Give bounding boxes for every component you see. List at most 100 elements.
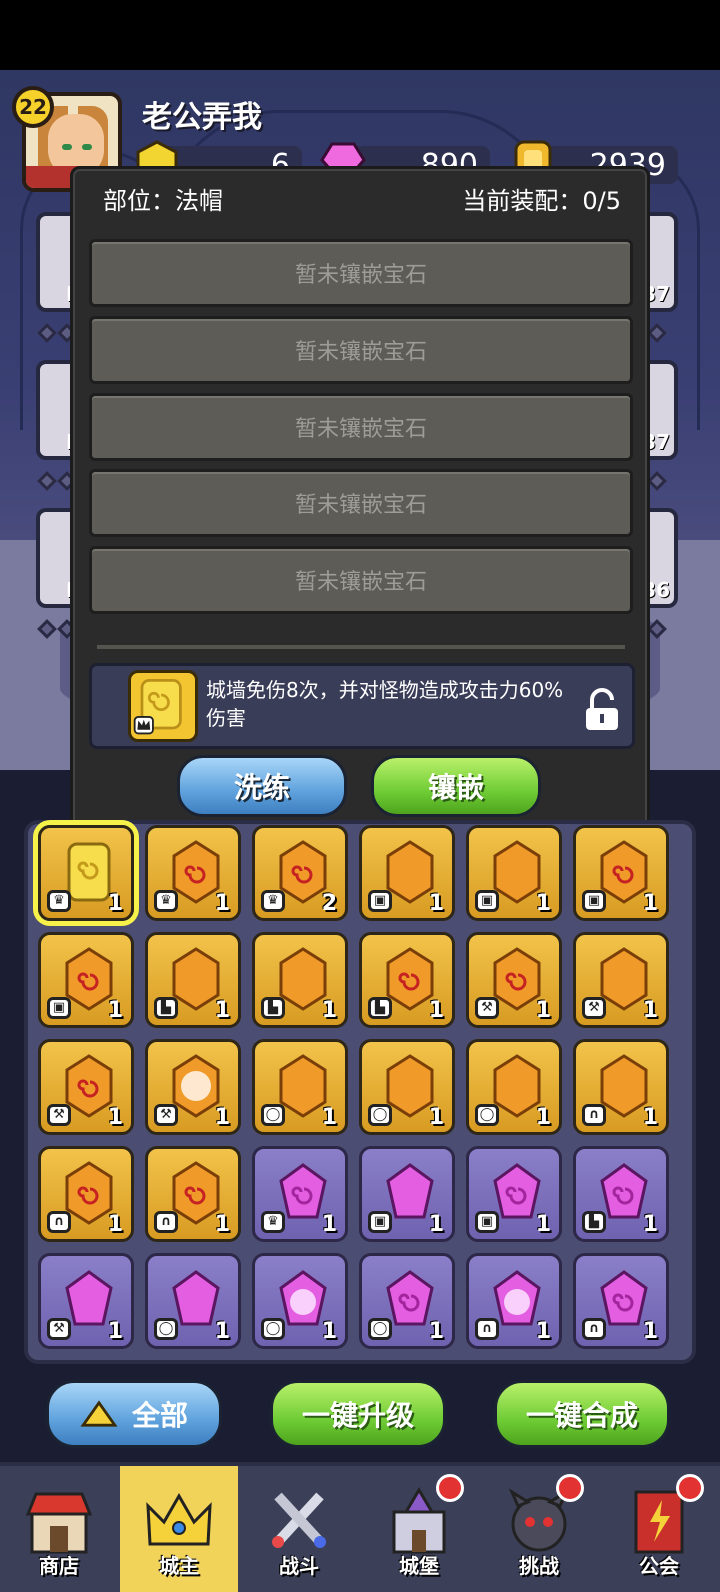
- gem-cell[interactable]: ⚒ 1: [38, 1253, 134, 1349]
- gem-count: 1: [642, 998, 658, 1023]
- gem-count: 1: [214, 998, 230, 1023]
- gem-count: 1: [535, 891, 551, 916]
- armor-slot-type-icon: ▣: [475, 890, 499, 912]
- ring-slot-type-icon: ◯: [368, 1104, 392, 1126]
- combine-all-button[interactable]: 一键合成: [494, 1380, 670, 1448]
- necklace-slot-type-icon: ∩: [47, 1211, 71, 1233]
- shop-icon: [25, 1492, 93, 1554]
- unlock-icon[interactable]: [582, 688, 622, 732]
- gem-count: 1: [428, 998, 444, 1023]
- gem-cell[interactable]: ◯ 1: [466, 1039, 562, 1135]
- gem-socket-5[interactable]: 暂未镶嵌宝石: [89, 546, 633, 614]
- necklace-slot-type-icon: ∩: [582, 1318, 606, 1340]
- player-level-badge: 22: [12, 86, 54, 128]
- crown-slot-type-icon: ♛: [261, 890, 285, 912]
- necklace-slot-type-icon: ∩: [582, 1104, 606, 1126]
- ring-slot-type-icon: ◯: [368, 1318, 392, 1340]
- gem-count: 1: [107, 1212, 123, 1237]
- ring-slot-type-icon: ◯: [261, 1104, 285, 1126]
- gem-count: 1: [214, 1319, 230, 1344]
- ring-slot-type-icon: ◯: [261, 1318, 285, 1340]
- gem-cell[interactable]: ◯ 1: [359, 1039, 455, 1135]
- gem-cell[interactable]: ▙ 1: [145, 932, 241, 1028]
- gem-count: 1: [321, 1105, 337, 1130]
- gem-count: 1: [214, 1105, 230, 1130]
- gem-cell[interactable]: ◯ 1: [359, 1253, 455, 1349]
- gem-count: 1: [535, 1105, 551, 1130]
- nav-label: 挑战: [519, 1554, 559, 1578]
- gem-count: 1: [428, 1212, 444, 1237]
- nav-shop[interactable]: 商店: [0, 1466, 118, 1592]
- notification-dot: [556, 1474, 584, 1502]
- gem-cell[interactable]: ▣ 1: [573, 825, 669, 921]
- gem-socket-4[interactable]: 暂未镶嵌宝石: [89, 469, 633, 537]
- gem-count: 1: [428, 891, 444, 916]
- gem-cell[interactable]: ⚒ 1: [145, 1039, 241, 1135]
- nav-battle[interactable]: 战斗: [240, 1466, 358, 1592]
- gem-cell[interactable]: ⚒ 1: [573, 932, 669, 1028]
- gem-cell[interactable]: ♛ 1: [145, 825, 241, 921]
- gem-count: 1: [214, 891, 230, 916]
- equip-count-label: 当前装配：0/5: [462, 187, 621, 215]
- gem-cell[interactable]: ⚒ 1: [38, 1039, 134, 1135]
- inlay-button[interactable]: 镶嵌: [371, 755, 541, 817]
- gem-cell[interactable]: ∩ 1: [145, 1146, 241, 1242]
- gem-cell[interactable]: ◯ 1: [252, 1253, 348, 1349]
- gem-count: 1: [107, 1319, 123, 1344]
- wash-button[interactable]: 洗练: [177, 755, 347, 817]
- gem-socket-3[interactable]: 暂未镶嵌宝石: [89, 393, 633, 461]
- gem-cell[interactable]: ∩ 1: [38, 1146, 134, 1242]
- ring-slot-type-icon: ◯: [154, 1318, 178, 1340]
- selected-gem-effect: 城墙免伤8次，并对怪物造成攻击力60%伤害: [89, 663, 635, 749]
- nav-challenge[interactable]: 挑战: [480, 1466, 598, 1592]
- gem-count: 1: [214, 1212, 230, 1237]
- gem-cell[interactable]: ◯ 1: [252, 1039, 348, 1135]
- gem-cell[interactable]: ▣ 1: [359, 1146, 455, 1242]
- gem-cell[interactable]: ▙ 1: [359, 932, 455, 1028]
- gem-cell[interactable]: ◯ 1: [145, 1253, 241, 1349]
- gem-cell[interactable]: ∩ 1: [466, 1253, 562, 1349]
- gem-socket-2[interactable]: 暂未镶嵌宝石: [89, 316, 633, 384]
- gem-cell[interactable]: ▣ 1: [359, 825, 455, 921]
- gem-cell[interactable]: ♛ 1: [38, 825, 134, 921]
- crown-slot-type-icon: ♛: [154, 890, 178, 912]
- necklace-slot-type-icon: ∩: [154, 1211, 178, 1233]
- boot-slot-type-icon: ▙: [368, 997, 392, 1019]
- notification-dot: [436, 1474, 464, 1502]
- ring-slot-type-icon: ◯: [475, 1104, 499, 1126]
- gem-cell[interactable]: ▙ 1: [252, 932, 348, 1028]
- filter-all-button[interactable]: 全部: [46, 1380, 222, 1448]
- player-name: 老公弄我: [142, 100, 262, 135]
- gem-cell[interactable]: ▣ 1: [466, 825, 562, 921]
- nav-guild[interactable]: 公会: [600, 1466, 718, 1592]
- gem-cell[interactable]: ▣ 1: [466, 1146, 562, 1242]
- crown-slot-type-icon: ♛: [261, 1211, 285, 1233]
- filter-all-label: 全部: [131, 1399, 188, 1432]
- armor-slot-type-icon: ▣: [47, 997, 71, 1019]
- gem-count: 1: [107, 891, 123, 916]
- crown-icon: [146, 1492, 212, 1546]
- gem-count: 1: [642, 1212, 658, 1237]
- boot-slot-type-icon: ▙: [261, 997, 285, 1019]
- staff-slot-type-icon: ⚒: [475, 997, 499, 1019]
- gem-cell[interactable]: ♛ 2: [252, 825, 348, 921]
- crown-slot-type-icon: ♛: [47, 890, 71, 912]
- gem-count: 1: [642, 1105, 658, 1130]
- gem-cell[interactable]: ♛ 1: [252, 1146, 348, 1242]
- gem-cell[interactable]: ▙ 1: [573, 1146, 669, 1242]
- nav-lord[interactable]: 城主: [120, 1466, 238, 1592]
- gem-cell[interactable]: ∩ 1: [573, 1039, 669, 1135]
- divider: [97, 645, 625, 649]
- gem-count: 2: [321, 891, 337, 916]
- upgrade-all-button[interactable]: 一键升级: [270, 1380, 446, 1448]
- gem-count: 1: [535, 1212, 551, 1237]
- necklace-slot-type-icon: ∩: [475, 1318, 499, 1340]
- gem-socket-1[interactable]: 暂未镶嵌宝石: [89, 239, 633, 307]
- selected-gem-icon: [128, 670, 198, 742]
- nav-label: 战斗: [279, 1554, 319, 1578]
- gem-cell[interactable]: ▣ 1: [38, 932, 134, 1028]
- nav-castle[interactable]: 城堡: [360, 1466, 478, 1592]
- gem-cell[interactable]: ⚒ 1: [466, 932, 562, 1028]
- status-bar: [0, 0, 720, 70]
- gem-cell[interactable]: ∩ 1: [573, 1253, 669, 1349]
